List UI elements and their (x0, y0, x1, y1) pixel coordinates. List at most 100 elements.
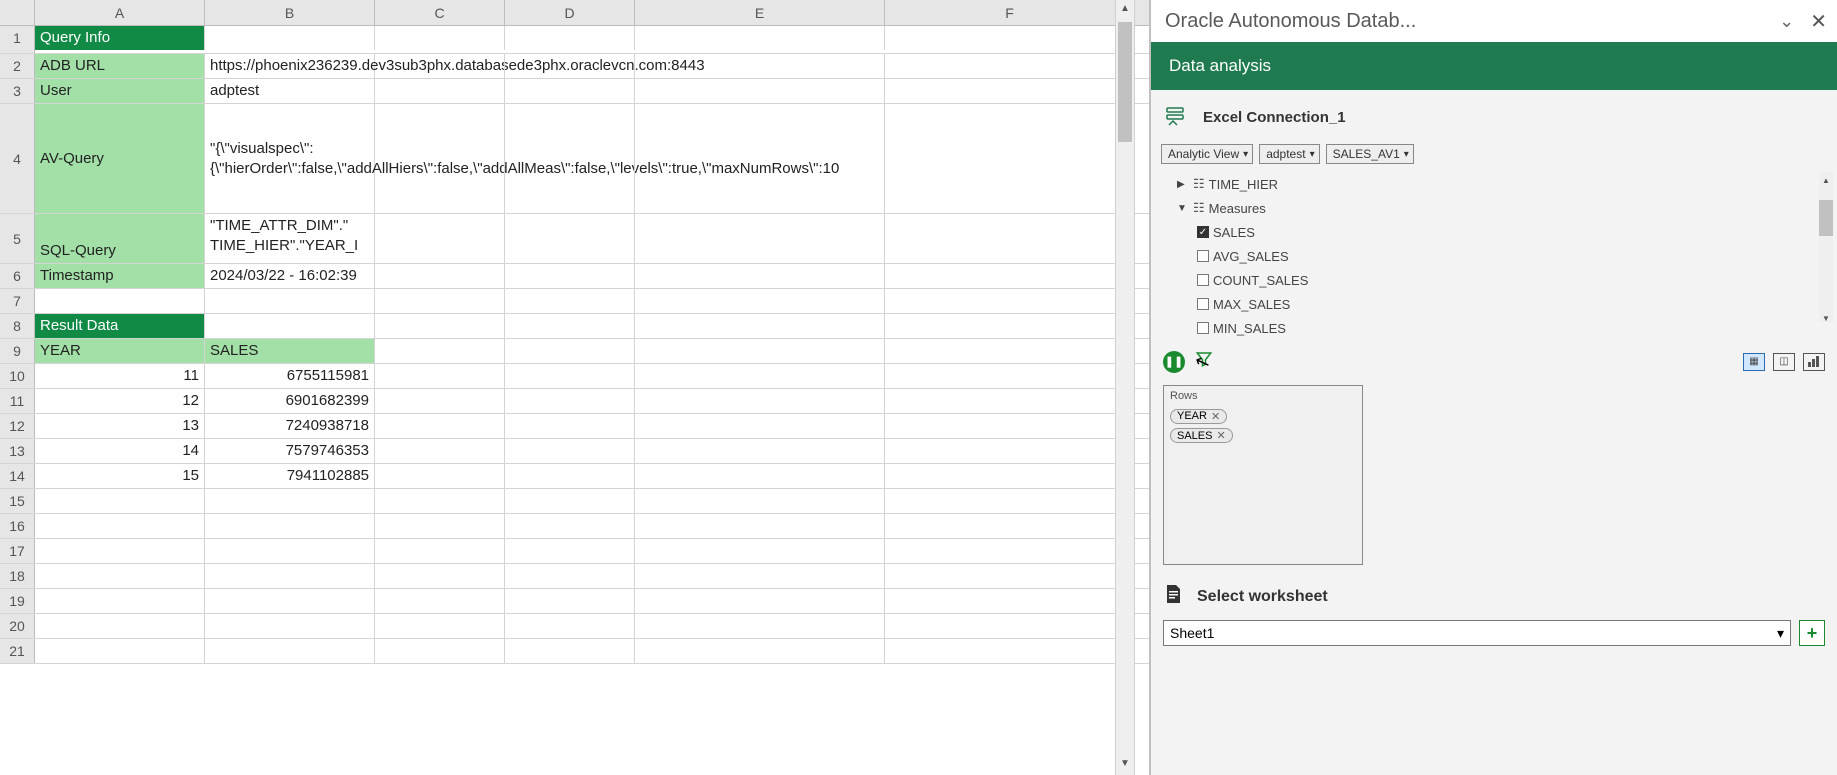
remove-icon[interactable]: ✕ (1216, 429, 1225, 442)
row-header[interactable]: 1 (0, 26, 35, 53)
cell-c2[interactable] (375, 54, 505, 78)
cell-b9[interactable]: SALES (205, 339, 375, 363)
cell-b2[interactable]: https://phoenix236239.dev3sub3phx.databa… (205, 54, 375, 78)
cell-c7[interactable] (375, 289, 505, 313)
checkbox-icon[interactable] (1197, 274, 1209, 286)
cell-c6[interactable] (375, 264, 505, 288)
row-header[interactable]: 4 (0, 104, 35, 213)
tree-node-measures[interactable]: ▼ ☷ Measures (1167, 196, 1823, 220)
av-select[interactable]: SALES_AV1▾ (1326, 144, 1414, 164)
cell-c8[interactable] (375, 314, 505, 338)
measure-min-sales[interactable]: MIN_SALES (1167, 316, 1823, 340)
row-header[interactable]: 13 (0, 439, 35, 463)
cell-d5[interactable] (505, 214, 635, 263)
checkbox-icon[interactable] (1197, 322, 1209, 334)
scroll-up-icon[interactable]: ▲ (1116, 0, 1134, 20)
cell-e6[interactable] (635, 264, 885, 288)
cell-d10[interactable] (505, 364, 635, 388)
cell-b12[interactable]: 7240938718 (205, 414, 375, 438)
cell-b7[interactable] (205, 289, 375, 313)
chart-view-icon[interactable] (1803, 353, 1825, 371)
collapse-icon[interactable]: ▶ (1177, 179, 1189, 190)
cell-c3[interactable] (375, 79, 505, 103)
cell-f6[interactable] (885, 264, 1135, 288)
filter-icon[interactable] (1195, 350, 1213, 373)
cell-d4[interactable] (505, 104, 635, 213)
cell-d2[interactable] (505, 54, 635, 78)
cell-c5[interactable] (375, 214, 505, 263)
cell-a12[interactable]: 13 (35, 414, 205, 438)
cell-d9[interactable] (505, 339, 635, 363)
row-header[interactable]: 21 (0, 639, 35, 663)
cell-e1[interactable] (635, 26, 885, 50)
tree-scrollbar[interactable]: ▲ ▼ (1819, 172, 1833, 322)
row-header[interactable]: 17 (0, 539, 35, 563)
col-header-c[interactable]: C (375, 0, 505, 25)
cell-f9[interactable] (885, 339, 1135, 363)
checkbox-icon[interactable] (1197, 250, 1209, 262)
expand-icon[interactable]: ▼ (1177, 203, 1189, 214)
row-header[interactable]: 7 (0, 289, 35, 313)
scroll-thumb[interactable] (1118, 22, 1132, 142)
row-header[interactable]: 10 (0, 364, 35, 388)
tag-sales[interactable]: SALES✕ (1170, 428, 1233, 443)
cell-d6[interactable] (505, 264, 635, 288)
row-header[interactable]: 16 (0, 514, 35, 538)
scroll-thumb[interactable] (1819, 200, 1833, 236)
cell-e8[interactable] (635, 314, 885, 338)
row-header[interactable]: 15 (0, 489, 35, 513)
cell-a6[interactable]: Timestamp (35, 264, 205, 288)
row-header[interactable]: 11 (0, 389, 35, 413)
cell-a8[interactable]: Result Data (35, 314, 205, 338)
cell-a2[interactable]: ADB URL (35, 54, 205, 78)
measure-count-sales[interactable]: COUNT_SALES (1167, 268, 1823, 292)
row-header[interactable]: 19 (0, 589, 35, 613)
cell-e5[interactable] (635, 214, 885, 263)
checkbox-checked-icon[interactable]: ✓ (1197, 226, 1209, 238)
worksheet-select[interactable]: Sheet1 ▾ (1163, 620, 1791, 646)
cell-f4[interactable] (885, 104, 1135, 213)
pause-button[interactable]: ❚❚ (1163, 351, 1185, 373)
cell-b4[interactable]: "{\"visualspec\":{\"hierOrder\":false,\"… (205, 104, 375, 213)
cell-f2[interactable] (885, 54, 1135, 78)
cell-e2[interactable] (635, 54, 885, 78)
cell-b6[interactable]: 2024/03/22 - 16:02:39 (205, 264, 375, 288)
row-header[interactable]: 20 (0, 614, 35, 638)
cell-c9[interactable] (375, 339, 505, 363)
chevron-down-icon[interactable]: ⌄ (1779, 11, 1794, 32)
add-worksheet-button[interactable]: + (1799, 620, 1825, 646)
cell-c10[interactable] (375, 364, 505, 388)
cell-f7[interactable] (885, 289, 1135, 313)
cell-a11[interactable]: 12 (35, 389, 205, 413)
cell-e4[interactable] (635, 104, 885, 213)
scroll-down-icon[interactable]: ▼ (1116, 755, 1134, 775)
cell-f8[interactable] (885, 314, 1135, 338)
cell-a3[interactable]: User (35, 79, 205, 103)
close-icon[interactable]: ✕ (1810, 9, 1827, 34)
schema-select[interactable]: adptest▾ (1259, 144, 1319, 164)
cell-b13[interactable]: 7579746353 (205, 439, 375, 463)
measure-sales[interactable]: ✓ SALES (1167, 220, 1823, 244)
row-header[interactable]: 9 (0, 339, 35, 363)
rows-dropzone[interactable]: Rows YEAR✕ SALES✕ (1163, 385, 1363, 565)
cell-f5[interactable] (885, 214, 1135, 263)
cell-a9[interactable]: YEAR (35, 339, 205, 363)
measure-max-sales[interactable]: MAX_SALES (1167, 292, 1823, 316)
cell-a10[interactable]: 11 (35, 364, 205, 388)
sheet-vertical-scrollbar[interactable]: ▲ ▼ (1115, 0, 1135, 775)
col-header-a[interactable]: A (35, 0, 205, 25)
cell-d3[interactable] (505, 79, 635, 103)
col-header-e[interactable]: E (635, 0, 885, 25)
cell-c4[interactable] (375, 104, 505, 213)
cell-b8[interactable] (205, 314, 375, 338)
cell-a13[interactable]: 14 (35, 439, 205, 463)
cell-f10[interactable] (885, 364, 1135, 388)
row-header[interactable]: 5 (0, 214, 35, 263)
row-header[interactable]: 18 (0, 564, 35, 588)
cell-e9[interactable] (635, 339, 885, 363)
analytic-view-select[interactable]: Analytic View▾ (1161, 144, 1253, 164)
cell-a1[interactable]: Query Info (35, 26, 205, 50)
col-header-b[interactable]: B (205, 0, 375, 25)
cell-b10[interactable]: 6755115981 (205, 364, 375, 388)
col-header-f[interactable]: F (885, 0, 1135, 25)
